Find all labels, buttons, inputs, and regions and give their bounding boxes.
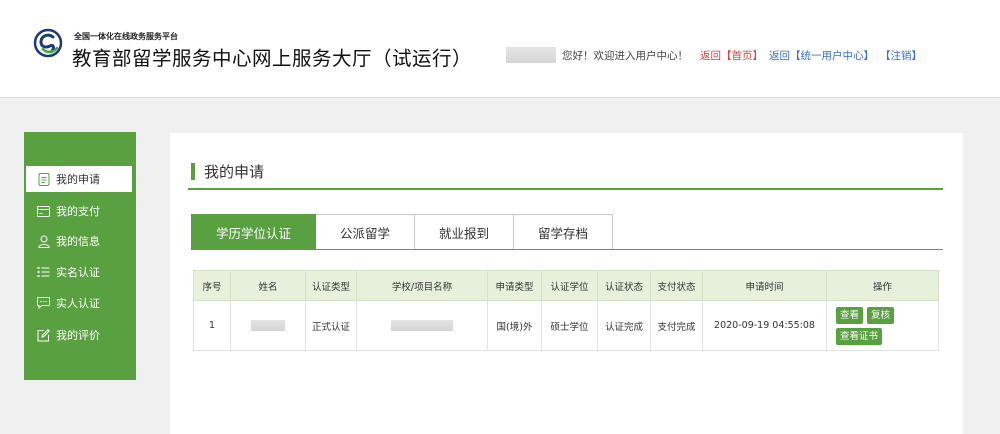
section-title-text: 我的申请 — [204, 162, 265, 181]
sidebar-item-my-applications[interactable]: 我的申请 — [26, 166, 132, 192]
table-header-row: 序号 姓名 认证类型 学校/项目名称 申请类型 认证学位 认证状态 支付状态 申… — [193, 270, 939, 301]
platform-name: 全国一体化在线政务服务平台 — [74, 32, 178, 41]
sidebar-item-label: 我的评价 — [56, 329, 100, 342]
column-header: 认证类型 — [305, 270, 357, 301]
main-panel: 我的申请 学历学位认证 公派留学 就业报到 留学存档 序号 姓名 认证类型 学校… — [170, 133, 963, 434]
tab-employment-registration[interactable]: 就业报到 — [415, 214, 514, 250]
row-index: 1 — [193, 300, 231, 351]
tabs-underline — [191, 249, 943, 250]
column-header: 学校/项目名称 — [356, 270, 488, 301]
actions-cell: 查看 复核 查看证书 — [826, 300, 939, 351]
sidebar-item-my-payments[interactable]: 我的支付 — [24, 198, 136, 224]
list-icon — [37, 266, 50, 279]
degree-cell: 硕士学位 — [541, 300, 598, 351]
cert-status-cell: 认证完成 — [597, 300, 651, 351]
column-header: 认证学位 — [541, 270, 598, 301]
sidebar-item-label: 我的申请 — [56, 173, 100, 186]
section-divider — [188, 188, 943, 190]
home-link[interactable]: 返回【首页】 — [700, 48, 763, 63]
tab-government-sponsored[interactable]: 公派留学 — [316, 214, 415, 250]
card-icon — [37, 205, 50, 218]
section-title: 我的申请 — [191, 161, 264, 181]
view-button[interactable]: 查看 — [836, 306, 864, 324]
header: 全国一体化在线政务服务平台 教育部留学服务中心网上服务大厅（试运行） 您好！欢迎… — [0, 0, 1000, 98]
table-row: 1 正式认证 国(境)外 硕士学位 认证完成 支付完成 2020-09-19 0… — [193, 300, 939, 351]
edit-icon — [37, 328, 50, 342]
actions-group: 查看 复核 查看证书 — [827, 306, 938, 345]
applications-table: 序号 姓名 认证类型 学校/项目名称 申请类型 认证学位 认证状态 支付状态 申… — [193, 270, 939, 351]
column-header: 姓名 — [230, 270, 306, 301]
sidebar-item-label: 实人认证 — [56, 297, 100, 310]
sidebar: 我的申请 我的支付 我的信息 实名认证 实人认证 我的评价 — [24, 132, 136, 380]
school-cell — [356, 300, 488, 351]
tab-study-archive[interactable]: 留学存档 — [514, 214, 613, 250]
column-header: 申请时间 — [702, 270, 827, 301]
unified-user-center-link[interactable]: 返回【统一用户中心】 — [769, 48, 874, 63]
apply-type-cell: 国(境)外 — [487, 300, 542, 351]
sidebar-item-label: 我的支付 — [56, 205, 100, 218]
pay-status-cell: 支付完成 — [650, 300, 703, 351]
sidebar-item-label: 实名认证 — [56, 266, 100, 279]
sidebar-item-real-name-auth[interactable]: 实名认证 — [24, 259, 136, 285]
view-certificate-button[interactable]: 查看证书 — [836, 327, 883, 345]
username-masked — [506, 47, 556, 63]
column-header: 支付状态 — [650, 270, 703, 301]
document-icon — [37, 172, 50, 186]
sidebar-item-my-info[interactable]: 我的信息 — [24, 228, 136, 254]
sidebar-item-label: 我的信息 — [56, 235, 100, 248]
apply-time-cell: 2020-09-19 04:55:08 — [702, 300, 827, 351]
column-header: 申请类型 — [487, 270, 542, 301]
logout-link[interactable]: 【注销】 — [880, 48, 922, 63]
name-masked — [251, 320, 285, 331]
tab-degree-certification[interactable]: 学历学位认证 — [191, 214, 316, 250]
welcome-text: 您好！欢迎进入用户中心！ — [562, 49, 688, 62]
name-cell — [230, 300, 306, 351]
column-header: 认证状态 — [597, 270, 651, 301]
user-area: 您好！欢迎进入用户中心！ 返回【首页】 返回【统一用户中心】 【注销】 — [506, 46, 922, 64]
logo-icon — [33, 28, 63, 58]
user-icon — [37, 235, 50, 248]
cert-type-cell: 正式认证 — [305, 300, 357, 351]
tabs: 学历学位认证 公派留学 就业报到 留学存档 — [191, 214, 613, 250]
column-header: 序号 — [193, 270, 231, 301]
school-masked — [391, 320, 453, 331]
site-title: 教育部留学服务中心网上服务大厅（试运行） — [72, 47, 473, 70]
sidebar-item-my-reviews[interactable]: 我的评价 — [24, 322, 136, 348]
section-title-bar — [191, 162, 195, 180]
chat-icon — [37, 297, 50, 310]
sidebar-item-real-person-auth[interactable]: 实人认证 — [24, 290, 136, 316]
review-button[interactable]: 复核 — [867, 306, 895, 324]
column-header: 操作 — [826, 270, 939, 301]
